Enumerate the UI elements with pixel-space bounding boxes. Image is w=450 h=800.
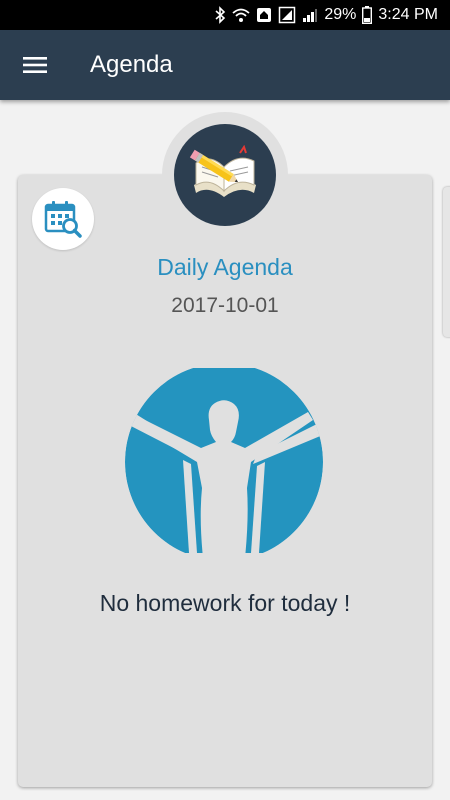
next-card-peek[interactable] bbox=[443, 187, 450, 337]
book-pencil-icon bbox=[189, 145, 256, 197]
bluetooth-icon bbox=[215, 6, 226, 24]
wifi-icon bbox=[232, 8, 250, 22]
sim-icon bbox=[279, 6, 296, 24]
empty-state-message: No homework for today ! bbox=[99, 590, 351, 616]
header-badge bbox=[174, 124, 276, 226]
celebrating-person-icon bbox=[125, 368, 323, 553]
card-title: Daily Agenda bbox=[157, 254, 293, 280]
battery-percent: 29% bbox=[324, 6, 357, 23]
page-title: Agenda bbox=[90, 51, 173, 78]
menu-button[interactable] bbox=[0, 30, 70, 100]
calendar-search-button[interactable] bbox=[32, 188, 94, 250]
notification-icon bbox=[257, 8, 272, 22]
calendar-search-icon bbox=[44, 201, 82, 238]
app-bar: Agenda bbox=[0, 30, 450, 100]
battery-icon bbox=[362, 6, 373, 24]
signal-icon bbox=[303, 9, 318, 22]
agenda-date: 2017-10-01 bbox=[171, 294, 279, 317]
status-time: 3:24 PM bbox=[378, 6, 438, 23]
hamburger-menu-icon bbox=[23, 57, 47, 73]
status-bar: 29% 3:24 PM bbox=[0, 0, 450, 30]
